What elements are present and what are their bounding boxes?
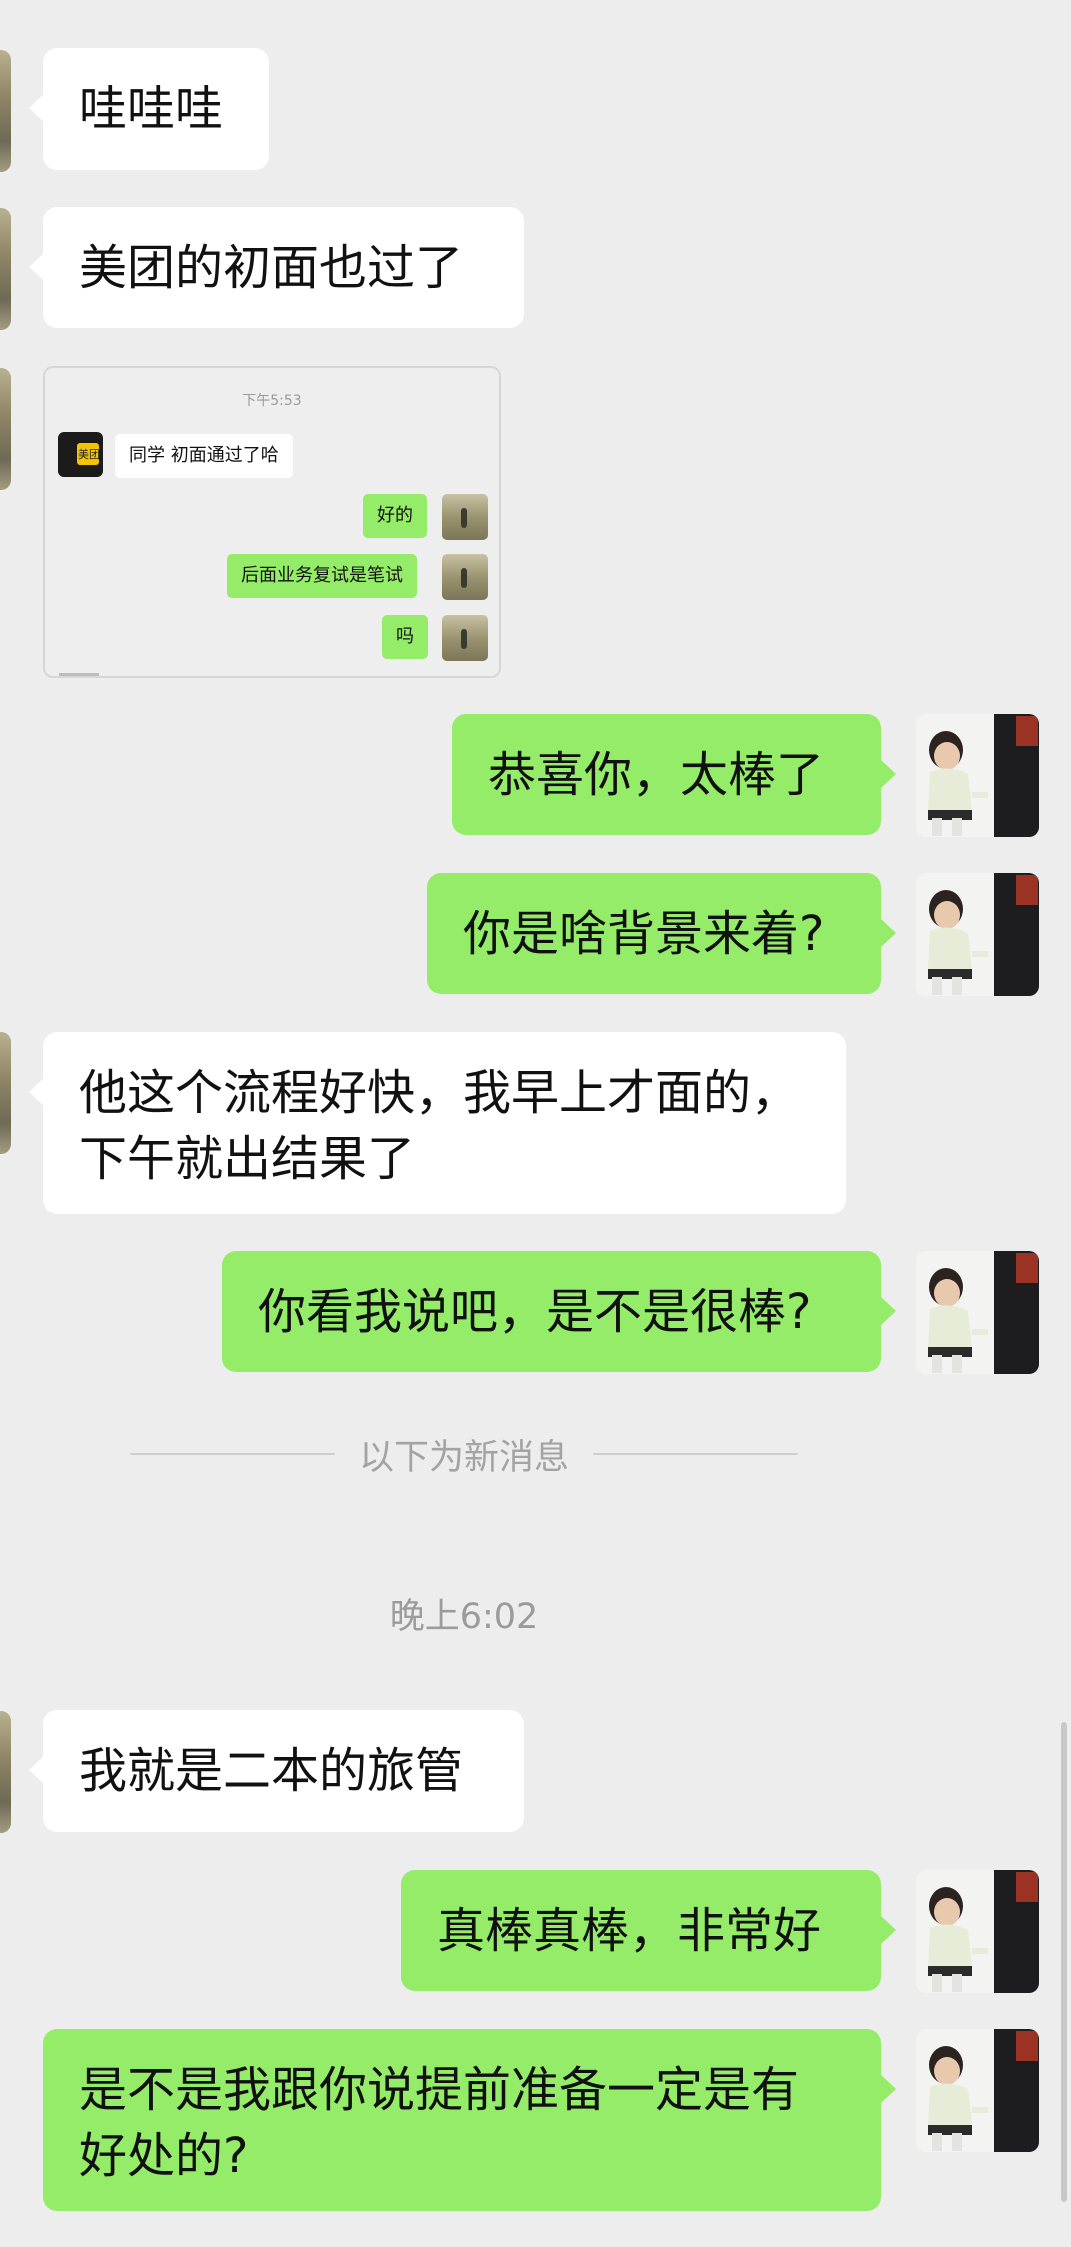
message-bubble[interactable]: 恭喜你，太棒了 — [452, 714, 896, 835]
message-bubble[interactable]: 他这个流程好快，我早上才面的，下午就出结果了 — [29, 1032, 846, 1214]
message-text: 恭喜你，太棒了 — [488, 746, 825, 803]
message-text: 是不是我跟你说提前准备一定是有好处的? — [79, 2062, 800, 2184]
child-photo-avatar-icon — [916, 2029, 1039, 2152]
message-timestamp: 晚上6:02 — [389, 1597, 539, 1637]
screenshot-avatar-icon — [442, 615, 488, 661]
divider-line — [130, 1453, 335, 1455]
scrollbar[interactable] — [1061, 1722, 1067, 2202]
screenshot-scroll-indicator — [59, 673, 99, 676]
screenshot-avatar-icon — [442, 494, 488, 540]
child-photo-avatar-icon — [916, 1251, 1039, 1374]
message-text: 我就是二本的旅管 — [79, 1743, 464, 1799]
message-bubble[interactable]: 我就是二本的旅管 — [29, 1710, 524, 1832]
screenshot-incoming-bubble: 同学 初面通过了哈 — [115, 434, 293, 478]
contact-avatar[interactable] — [0, 208, 11, 330]
self-avatar[interactable] — [916, 2029, 1039, 2152]
message-bubble[interactable]: 美团的初面也过了 — [29, 207, 524, 328]
new-messages-divider: 以下为新消息 — [130, 1424, 799, 1484]
screenshot-avatar-icon — [442, 554, 488, 600]
child-photo-avatar-icon — [916, 714, 1039, 837]
message-text: 美团的初面也过了 — [79, 239, 464, 296]
meituan-logo-icon: 美团 — [58, 432, 103, 477]
message-text: 真棒真棒，非常好 — [437, 1902, 822, 1959]
self-avatar[interactable] — [916, 873, 1039, 996]
message-bubble[interactable]: 你看我说吧，是不是很棒? — [222, 1251, 896, 1372]
child-photo-avatar-icon — [916, 1870, 1039, 1993]
screenshot-outgoing-bubble: 后面业务复试是笔试 — [227, 554, 417, 598]
message-text: 你看我说吧，是不是很棒? — [258, 1283, 812, 1340]
contact-avatar[interactable] — [0, 50, 11, 172]
message-text: 哇哇哇 — [79, 81, 224, 137]
message-text: 他这个流程好快，我早上才面的，下午就出结果了 — [79, 1065, 800, 1187]
message-text: 你是啥背景来着? — [463, 905, 825, 962]
screenshot-outgoing-bubble: 吗 — [382, 615, 428, 659]
contact-avatar[interactable] — [0, 1032, 11, 1154]
contact-avatar[interactable] — [0, 368, 11, 490]
child-photo-avatar-icon — [916, 873, 1039, 996]
message-bubble[interactable]: 是不是我跟你说提前准备一定是有好处的? — [43, 2029, 896, 2211]
message-bubble[interactable]: 你是啥背景来着? — [427, 873, 896, 994]
screenshot-time: 下午5:53 — [242, 393, 302, 409]
message-bubble[interactable]: 哇哇哇 — [29, 48, 269, 170]
screenshot-image-message[interactable]: 下午5:53 美团 同学 初面通过了哈 好的 后面业务复试是笔试 吗 — [43, 366, 501, 678]
new-messages-label: 以下为新消息 — [359, 1437, 570, 1478]
self-avatar[interactable] — [916, 1870, 1039, 1993]
screenshot-outgoing-bubble: 好的 — [363, 494, 427, 538]
self-avatar[interactable] — [916, 1251, 1039, 1374]
contact-avatar[interactable] — [0, 1711, 11, 1833]
self-avatar[interactable] — [916, 714, 1039, 837]
divider-line — [593, 1453, 799, 1455]
message-bubble[interactable]: 真棒真棒，非常好 — [401, 1870, 896, 1991]
